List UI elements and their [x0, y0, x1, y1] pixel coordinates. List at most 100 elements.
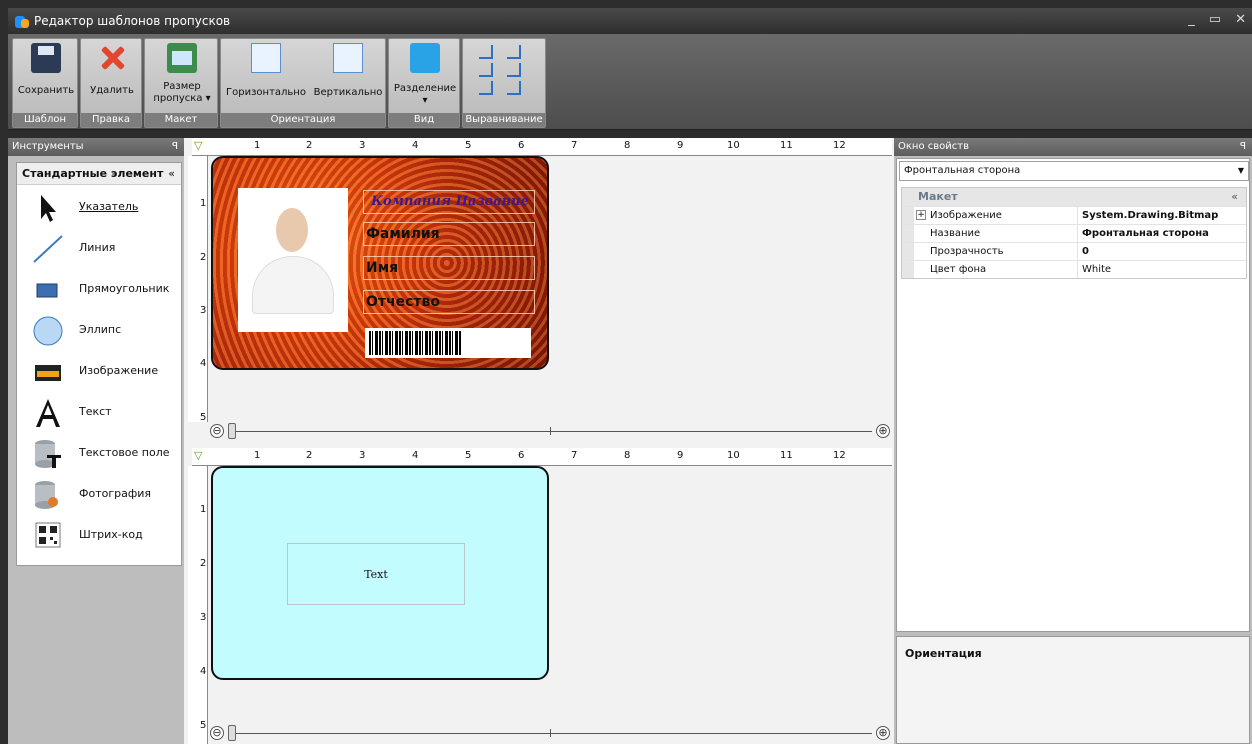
align-top-icon[interactable]	[507, 45, 521, 59]
maximize-button[interactable]: ▭	[1209, 12, 1221, 27]
zoom-in-icon[interactable]: ⊕	[876, 424, 890, 438]
avatar-body	[252, 256, 334, 314]
vertical-button[interactable]: Вертикально	[311, 43, 385, 99]
ribbon-group-edit: Удалить Правка	[80, 38, 142, 128]
property-row[interactable]: Цвет фона White	[902, 260, 1246, 278]
ribbon-group-layout: Размер пропуска ▾ Макет	[144, 38, 218, 128]
tool-image[interactable]: Изображение	[17, 351, 181, 391]
horizontal-button[interactable]: Горизонтально	[223, 43, 309, 99]
database-text-icon	[35, 440, 61, 468]
property-description: Ориентация	[896, 636, 1250, 744]
pin-icon[interactable]: ꟼ	[172, 138, 178, 156]
split-button[interactable]: Разделение ▾	[391, 43, 459, 107]
title-bar: Редактор шаблонов пропусков _ ▭ ✕	[8, 8, 1252, 34]
align-center-icon[interactable]	[479, 63, 493, 77]
rectangle-icon	[36, 283, 58, 298]
pointer-icon	[41, 195, 56, 222]
close-button[interactable]: ✕	[1235, 12, 1246, 27]
card-size-icon	[167, 43, 197, 73]
database-photo-icon	[35, 481, 58, 509]
zoom-slider-front[interactable]: ⊖ ⊕	[210, 422, 890, 440]
property-row[interactable]: + Изображение System.Drawing.Bitmap	[902, 206, 1246, 224]
tool-rectangle[interactable]: Прямоугольник	[17, 269, 181, 309]
tools-panel: Инструменты ꟼ Стандартные элемент « Указ…	[8, 138, 184, 744]
group-label-edit: Правка	[81, 113, 141, 127]
align-middle-icon[interactable]	[507, 63, 521, 77]
description-title: Ориентация	[905, 647, 982, 660]
card-back[interactable]: Text	[211, 466, 549, 680]
collapse-chevron-icon[interactable]: «	[168, 163, 175, 185]
ruler-origin-icon: ▽	[194, 449, 203, 462]
group-label-align: Выравнивание	[463, 113, 545, 127]
vertical-ruler-front: 1 2 3 4 5	[188, 156, 208, 423]
tools-header: Инструменты ꟼ	[8, 138, 184, 156]
middlename-field[interactable]: Отчество	[363, 290, 535, 314]
lastname-field[interactable]: Фамилия	[363, 222, 535, 246]
firstname-field[interactable]: Имя	[363, 256, 535, 280]
property-row[interactable]: Название Фронтальная сторона	[902, 224, 1246, 242]
align-left-icon[interactable]	[479, 45, 493, 59]
group-label-orientation: Ориентация	[221, 113, 385, 127]
save-button[interactable]: Сохранить	[17, 43, 75, 97]
vertical-page-icon	[333, 43, 363, 73]
qr-code-icon	[35, 522, 61, 548]
tool-barcode[interactable]: Штрих-код	[17, 515, 181, 555]
ribbon: Сохранить Шаблон Удалить Правка Размер п…	[8, 34, 1252, 130]
zoom-out-icon[interactable]: ⊖	[210, 726, 224, 740]
app-icon	[14, 13, 30, 29]
ellipse-icon	[33, 316, 63, 346]
group-label-template: Шаблон	[13, 113, 77, 127]
tool-line[interactable]: Линия	[17, 228, 181, 268]
zoom-thumb[interactable]	[228, 423, 236, 439]
minimize-button[interactable]: _	[1188, 12, 1195, 27]
object-selector-dropdown[interactable]: Фронтальная сторона ▼	[899, 161, 1249, 181]
photo-placeholder[interactable]	[238, 188, 348, 332]
properties-body: Фронтальная сторона ▼ Макет « + Изображен…	[896, 158, 1250, 632]
image-icon	[35, 365, 61, 381]
text-icon	[36, 399, 60, 427]
align-bottom-icon[interactable]	[507, 81, 521, 95]
save-icon	[31, 43, 61, 73]
split-view-icon	[410, 43, 440, 73]
tool-text[interactable]: Текст	[17, 392, 181, 432]
collapse-chevron-icon[interactable]: «	[1231, 188, 1238, 206]
vertical-ruler-back: 1 2 3 4 5	[188, 466, 208, 744]
horizontal-ruler-back: ▽ 1 2 3 4 5 6 7 8 9 10 11 12	[192, 448, 892, 466]
card-front[interactable]: Компания Название Фамилия Имя Отчество	[211, 156, 549, 370]
avatar-head	[276, 208, 308, 252]
ribbon-group-orientation: Горизонтально Вертикально Ориентация	[220, 38, 386, 128]
delete-button[interactable]: Удалить	[85, 43, 139, 97]
horizontal-page-icon	[251, 43, 281, 73]
group-label-layout: Макет	[145, 113, 217, 127]
tool-text-field[interactable]: Текстовое поле	[17, 433, 181, 473]
dropdown-arrow-icon[interactable]: ▼	[1238, 162, 1244, 180]
ribbon-group-template: Сохранить Шаблон	[12, 38, 78, 128]
tool-photo[interactable]: Фотография	[17, 474, 181, 514]
barcode-element[interactable]	[365, 328, 531, 358]
design-canvas: ▽ 1 2 3 4 5 6 7 8 9 10 11 12 1 2 3 4 5 К…	[184, 138, 894, 744]
zoom-out-icon[interactable]: ⊖	[210, 424, 224, 438]
properties-header: Окно свойств ꟼ	[894, 138, 1252, 156]
delete-icon	[97, 43, 127, 73]
card-size-button[interactable]: Размер пропуска ▾	[149, 43, 215, 105]
ribbon-group-align: Выравнивание	[462, 38, 546, 128]
tool-ellipse[interactable]: Эллипс	[17, 310, 181, 350]
line-icon	[33, 235, 63, 263]
ribbon-group-view: Разделение ▾ Вид	[388, 38, 460, 128]
zoom-in-icon[interactable]: ⊕	[876, 726, 890, 740]
zoom-slider-back[interactable]: ⊖ ⊕	[210, 724, 890, 742]
expand-icon[interactable]: +	[916, 210, 926, 220]
zoom-thumb[interactable]	[228, 725, 236, 741]
pin-icon[interactable]: ꟼ	[1240, 138, 1246, 156]
company-name-field[interactable]: Компания Название	[363, 190, 535, 214]
align-right-icon[interactable]	[479, 81, 493, 95]
window-title: Редактор шаблонов пропусков	[34, 14, 231, 28]
tool-pointer[interactable]: Указатель	[17, 187, 181, 227]
ruler-origin-icon: ▽	[194, 139, 203, 152]
back-text-element[interactable]: Text	[287, 543, 465, 605]
horizontal-ruler-front: ▽ 1 2 3 4 5 6 7 8 9 10 11 12	[192, 138, 892, 156]
property-grid: Макет « + Изображение System.Drawing.Bitm…	[901, 187, 1247, 279]
property-row[interactable]: Прозрачность 0	[902, 242, 1246, 260]
tools-section-header[interactable]: Стандартные элемент «	[17, 163, 181, 185]
property-category-layout[interactable]: Макет «	[902, 188, 1246, 206]
